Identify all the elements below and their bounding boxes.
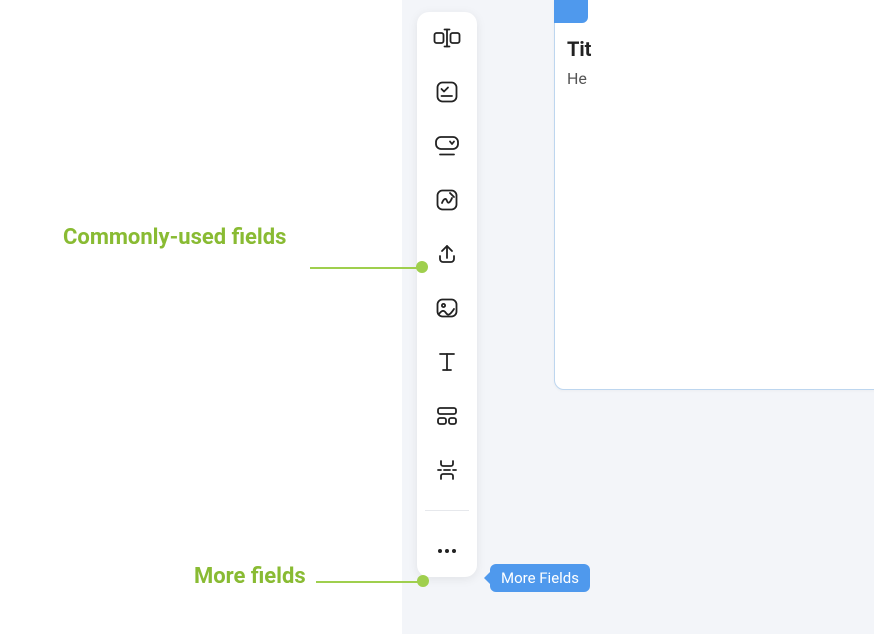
page-break-icon[interactable] xyxy=(433,456,461,484)
annotation-commonly-used: Commonly-used fields xyxy=(63,225,286,250)
form-card-subtitle: He xyxy=(567,69,587,88)
card-accent-tab xyxy=(554,0,588,23)
text-input-field-icon[interactable] xyxy=(433,24,461,52)
more-fields-tooltip: More Fields xyxy=(490,564,590,592)
image-icon[interactable] xyxy=(433,294,461,322)
more-fields-button[interactable] xyxy=(433,537,461,565)
heading-icon[interactable] xyxy=(433,348,461,376)
fields-toolbar xyxy=(417,12,477,577)
annotation-leader-2 xyxy=(316,581,420,583)
section-icon[interactable] xyxy=(433,402,461,430)
upload-icon[interactable] xyxy=(433,240,461,268)
toolbar-divider xyxy=(425,510,469,511)
form-preview-card: Tit He xyxy=(554,0,874,390)
annotation-more-fields: More fields xyxy=(194,564,306,589)
signature-icon[interactable] xyxy=(433,186,461,214)
form-card-title: Tit xyxy=(567,37,591,61)
annotation-leader-dot-1 xyxy=(416,261,428,273)
annotation-leader-1 xyxy=(310,267,419,269)
dropdown-icon[interactable] xyxy=(433,132,461,160)
multiple-choice-icon[interactable] xyxy=(433,78,461,106)
annotation-leader-dot-2 xyxy=(417,575,429,587)
